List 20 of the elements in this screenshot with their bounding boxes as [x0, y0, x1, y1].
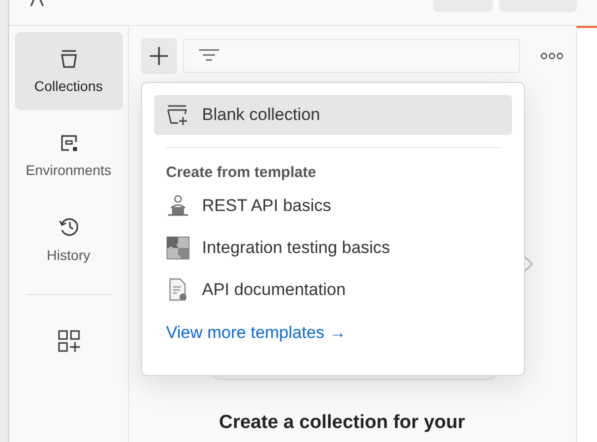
template-item[interactable]: API documentation: [154, 269, 512, 311]
person-laptop-icon: [166, 194, 190, 218]
menu-item[interactable]: Blank collection: [154, 95, 512, 135]
section-heading: Create from template: [165, 164, 318, 181]
view-templates-link[interactable]: View more templates →: [154, 323, 358, 343]
chevron-right-icon: [523, 254, 533, 274]
collection-add-icon: [166, 104, 190, 126]
puzzle-icon: [166, 236, 190, 260]
plus-icon: [148, 46, 169, 66]
add-button[interactable]: [141, 38, 177, 74]
sidebar-tab[interactable]: Environments: [14, 116, 122, 194]
template-item[interactable]: REST API basics: [154, 185, 512, 227]
empty-state-heading: Create a collection for your: [219, 412, 466, 434]
sidebar-tab[interactable]: History: [14, 200, 122, 278]
more-icon[interactable]: [540, 52, 564, 60]
sidebar-tab[interactable]: Collections: [14, 32, 122, 110]
template-item[interactable]: Integration testing basics: [154, 227, 512, 269]
filter-field[interactable]: [182, 39, 520, 73]
add-widget-icon[interactable]: [56, 329, 80, 353]
history-icon: [56, 215, 80, 239]
